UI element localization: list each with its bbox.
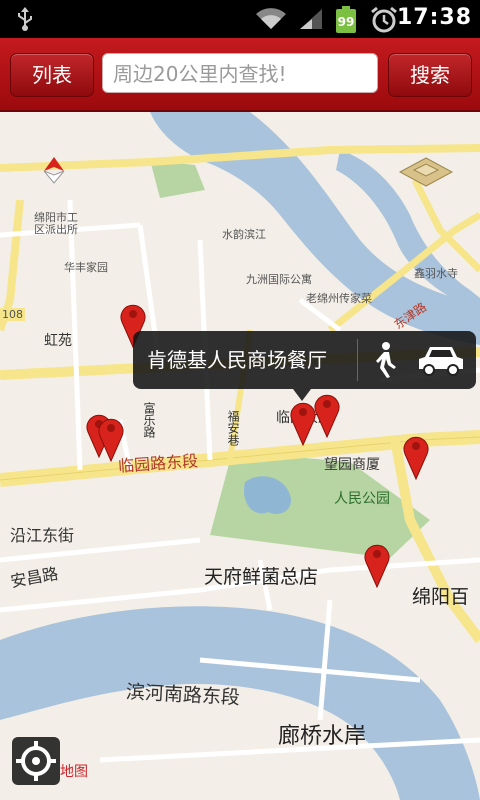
- label-mianyang-baihuo: 绵阳百: [412, 586, 470, 608]
- poi-callout[interactable]: 肯德基人民商场餐厅: [133, 331, 476, 401]
- label-shuiyun: 水韵滨江: [222, 228, 266, 241]
- label-hongyuan: 虹苑: [44, 333, 72, 349]
- wifi-icon: [256, 8, 286, 29]
- label-tianfu: 天府鲜菌总店: [204, 566, 319, 588]
- status-time: 17:38: [396, 5, 472, 30]
- label-xinyushui: 鑫羽水寺: [414, 267, 458, 280]
- landmark-3d-icon: [398, 157, 454, 187]
- poi-name[interactable]: 肯德基人民商场餐厅: [147, 331, 327, 389]
- walk-icon[interactable]: [371, 341, 399, 379]
- road-fuan: 福安巷: [226, 410, 240, 446]
- road-fule: 富乐路: [142, 402, 156, 438]
- gps-target-icon: [16, 741, 56, 781]
- label-route-108: 108: [0, 308, 25, 321]
- label-langqiao: 廊桥水岸: [278, 724, 367, 749]
- map-pin[interactable]: [96, 414, 126, 462]
- car-icon[interactable]: [417, 343, 465, 377]
- signal-icon: [300, 9, 322, 29]
- road-yanjiang-east: 沿江东街: [10, 526, 75, 545]
- label-laomianzhou: 老绵州传家菜: [306, 292, 372, 305]
- label-people-park: 人民公园: [334, 491, 390, 507]
- compass-icon[interactable]: [40, 155, 68, 185]
- usb-icon: [18, 7, 32, 31]
- label-jiuzhou: 九洲国际公寓: [246, 273, 312, 286]
- locate-me-button[interactable]: [12, 737, 60, 785]
- status-bar: 99 17:38: [0, 0, 480, 38]
- map-provider-logo: 地图: [60, 764, 88, 780]
- battery-icon: 99: [336, 6, 356, 33]
- search-button[interactable]: 搜索: [388, 53, 472, 97]
- label-police-station: 绵阳市工 区派出所: [34, 211, 78, 236]
- map-pin[interactable]: [362, 540, 392, 588]
- search-toolbar: 列表 周边20公里内查找! 搜索: [0, 38, 480, 112]
- callout-divider: [357, 339, 358, 381]
- label-wangyuan: 望园商厦: [324, 457, 380, 473]
- alarm-icon: [371, 6, 397, 33]
- label-huafeng: 华丰家园: [64, 261, 108, 274]
- map-pin[interactable]: [401, 432, 431, 480]
- svg-text:99: 99: [338, 15, 355, 29]
- list-button[interactable]: 列表: [10, 53, 94, 97]
- map-pin[interactable]: [312, 390, 342, 438]
- search-input[interactable]: 周边20公里内查找!: [102, 53, 378, 93]
- map-view[interactable]: 绵阳市工 区派出所 虹苑 华丰家园 水韵滨江 九洲国际公寓 老绵州传家菜 鑫羽水…: [0, 112, 480, 800]
- callout-pointer: [293, 389, 311, 401]
